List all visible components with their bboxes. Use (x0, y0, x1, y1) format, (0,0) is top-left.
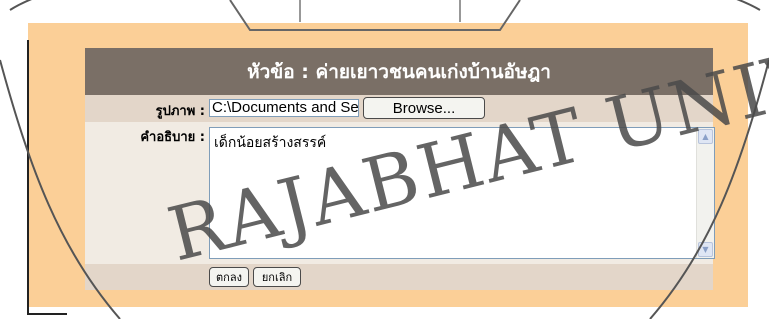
scroll-down-icon[interactable]: ▼ (698, 242, 713, 257)
browse-button[interactable]: Browse... (363, 97, 485, 119)
ok-button[interactable]: ตกลง (209, 267, 249, 287)
frame-border-bottom (27, 313, 67, 315)
image-label: รูปภาพ : (155, 104, 205, 119)
cancel-button[interactable]: ยกเลิก (253, 267, 301, 287)
image-path-input[interactable]: C:\Documents and Setti (209, 99, 359, 117)
description-text: เด็กน้อยสร้างสรรค์ (214, 135, 327, 151)
form-title: หัวข้อ : ค่ายเยาวชนคนเก่งบ้านอัษฎา (247, 60, 551, 83)
description-label: คำอธิบาย : (140, 130, 205, 145)
frame-border (27, 40, 29, 314)
